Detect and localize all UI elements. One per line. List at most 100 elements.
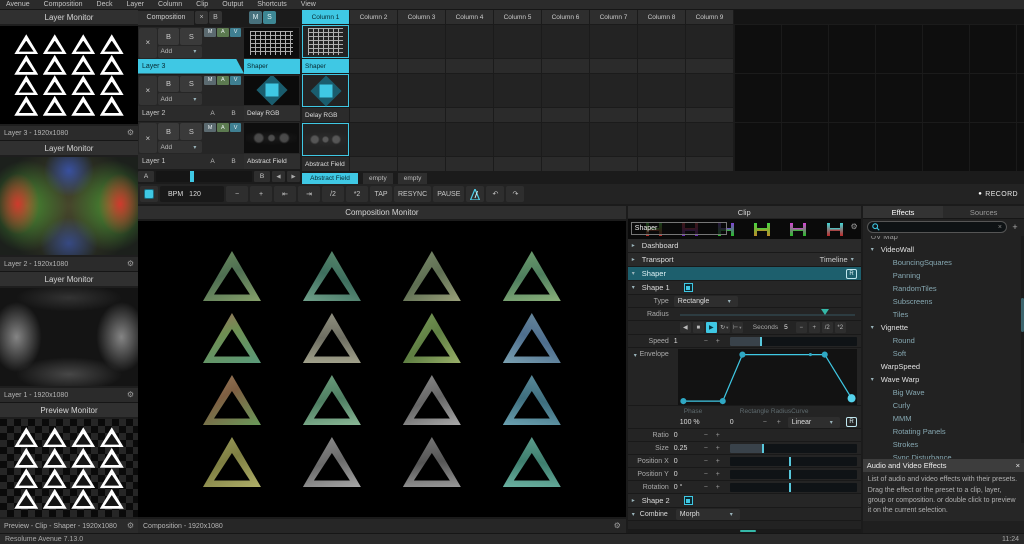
tap-button[interactable]: TAP <box>370 186 392 202</box>
transport-mode-dropdown[interactable]: Timeline▾ <box>820 255 857 264</box>
decrease-button[interactable]: − <box>700 484 712 491</box>
effect-item-bouncingsquares[interactable]: BouncingSquares <box>863 256 1024 269</box>
loop-mode-button[interactable]: ↻▾ <box>719 322 730 333</box>
menu-shortcuts[interactable]: Shortcuts <box>257 1 287 8</box>
composition-close-button[interactable]: × <box>195 11 208 24</box>
layer1-blend-dropdown[interactable]: Add▾ <box>158 141 203 153</box>
layer2-master-button[interactable]: M <box>204 76 216 85</box>
column-next-button[interactable]: ▶ <box>287 171 300 182</box>
close-icon[interactable]: × <box>1016 461 1020 470</box>
column-header-1[interactable]: Column 1 <box>302 10 349 24</box>
layer1-active-clip-thumbnail[interactable] <box>244 123 299 153</box>
layer1-clear-button[interactable]: × <box>139 123 157 153</box>
crossfader-b-button[interactable]: B <box>254 171 270 182</box>
deck-tab[interactable]: Abstract Field <box>302 173 358 184</box>
effect-group-vignette[interactable]: ▾Vignette <box>863 321 1024 334</box>
gear-icon[interactable]: ⚙ <box>127 391 134 399</box>
menu-avenue[interactable]: Avenue <box>6 1 30 8</box>
menu-deck[interactable]: Deck <box>97 1 113 8</box>
increase-button[interactable]: + <box>712 458 724 465</box>
effect-item-tiles[interactable]: Tiles <box>863 308 1024 321</box>
clip-cell[interactable] <box>398 74 445 122</box>
clip-cell[interactable] <box>350 123 397 171</box>
resync-button[interactable]: RESYNC <box>394 186 431 202</box>
deck-tab[interactable]: empty <box>363 173 393 184</box>
effect-item-strokes[interactable]: Strokes <box>863 438 1024 451</box>
increase-button[interactable]: + <box>712 432 724 439</box>
beat-shift-left-button[interactable]: ⇤ <box>274 186 296 202</box>
clip-cell[interactable] <box>686 123 733 171</box>
pause-button[interactable]: PAUSE <box>433 186 464 202</box>
param-slider[interactable] <box>730 470 857 479</box>
clip-cell[interactable] <box>398 123 445 171</box>
duration-increase-button[interactable]: + <box>809 322 820 333</box>
clip-cell[interactable] <box>638 123 685 171</box>
transport-section[interactable]: ▸ Transport Timeline▾ <box>628 253 861 267</box>
effect-group-uv-map[interactable]: UV Map <box>863 236 1024 243</box>
clip-filmstrip[interactable]: Shaper ⚙ <box>628 219 861 239</box>
gear-icon[interactable]: ⚙ <box>851 223 858 231</box>
shaper-section-header[interactable]: ▾ Shaper R <box>628 267 861 281</box>
beat-snap-button[interactable]: ⊢▾ <box>732 322 743 333</box>
clip-cell[interactable] <box>446 74 493 122</box>
search-input[interactable]: × <box>867 221 1007 233</box>
layer3-active-clip-thumbnail[interactable] <box>244 28 299 58</box>
speed-decrease-button[interactable]: − <box>700 338 712 345</box>
shape1-section[interactable]: ▾ Shape 1 <box>628 281 861 295</box>
menu-clip[interactable]: Clip <box>196 1 208 8</box>
layer3-solo-button[interactable]: S <box>180 28 202 45</box>
layer1-audio-button[interactable]: A <box>217 123 229 132</box>
curve-increase-button[interactable]: + <box>772 419 786 426</box>
bpm-display[interactable]: BPM120 <box>160 186 224 202</box>
increase-button[interactable]: + <box>712 445 724 452</box>
clip-cell[interactable] <box>398 25 445 73</box>
layer2-name[interactable]: Layer 2 <box>138 106 202 121</box>
effect-item-subscreens[interactable]: Subscreens <box>863 295 1024 308</box>
layer3-blend-dropdown[interactable]: Add▾ <box>158 46 203 58</box>
layer3-video-button[interactable]: V <box>230 28 242 37</box>
duration-half-button[interactable]: /2 <box>822 322 833 333</box>
layer2-video-button[interactable]: V <box>230 76 242 85</box>
layer2-active-clip-thumbnail[interactable] <box>244 76 299 106</box>
deck-tab[interactable]: empty <box>398 173 428 184</box>
column-header-3[interactable]: Column 3 <box>398 10 445 24</box>
effect-item-mmm[interactable]: MMM <box>863 412 1024 425</box>
clip-cell[interactable] <box>350 25 397 73</box>
param-value[interactable]: 0 <box>674 432 700 439</box>
composition-bypass-button[interactable]: B <box>209 11 222 24</box>
clip-cell[interactable] <box>542 74 589 122</box>
clip-cell[interactable] <box>638 25 685 73</box>
layer3-master-button[interactable]: M <box>204 28 216 37</box>
layer3-audio-button[interactable]: A <box>217 28 229 37</box>
redo-button[interactable]: ↷ <box>506 186 524 202</box>
layer1-crossfader-assign[interactable]: AB <box>202 154 244 169</box>
clip-cell[interactable] <box>542 25 589 73</box>
clip-cell[interactable]: Delay RGB <box>302 74 349 122</box>
layer2-clear-button[interactable]: × <box>139 76 157 106</box>
effect-group-wave-warp[interactable]: ▾Wave Warp <box>863 373 1024 386</box>
increase-button[interactable]: + <box>712 471 724 478</box>
add-effect-button[interactable]: + <box>1010 222 1020 232</box>
clip-cell[interactable] <box>446 123 493 171</box>
composition-tab[interactable]: Composition <box>138 11 194 25</box>
layer1-solo-button[interactable]: S <box>180 123 202 140</box>
clip-name-input[interactable]: Shaper <box>631 222 727 235</box>
interpolation-dropdown[interactable]: Linear▾ <box>788 417 840 428</box>
column-header-9[interactable]: Column 9 <box>686 10 733 24</box>
menu-column[interactable]: Column <box>158 1 182 8</box>
param-slider[interactable] <box>730 483 857 492</box>
curve-decrease-button[interactable]: − <box>758 419 772 426</box>
clip-cell[interactable] <box>446 25 493 73</box>
layer1-bypass-button[interactable]: B <box>158 123 180 140</box>
metronome-button[interactable] <box>466 186 484 202</box>
clip-cell[interactable] <box>350 74 397 122</box>
effect-item-sync-disturbance[interactable]: Sync Disturbance <box>863 451 1024 459</box>
layer3-name[interactable]: Layer 3 <box>138 59 244 74</box>
column-header-2[interactable]: Column 2 <box>350 10 397 24</box>
param-slider[interactable] <box>730 431 857 440</box>
gear-icon[interactable]: ⚙ <box>614 522 621 530</box>
effect-item-curly[interactable]: Curly <box>863 399 1024 412</box>
clip-cell[interactable] <box>638 74 685 122</box>
beat-shift-right-button[interactable]: ⇥ <box>298 186 320 202</box>
clip-cell[interactable] <box>494 123 541 171</box>
